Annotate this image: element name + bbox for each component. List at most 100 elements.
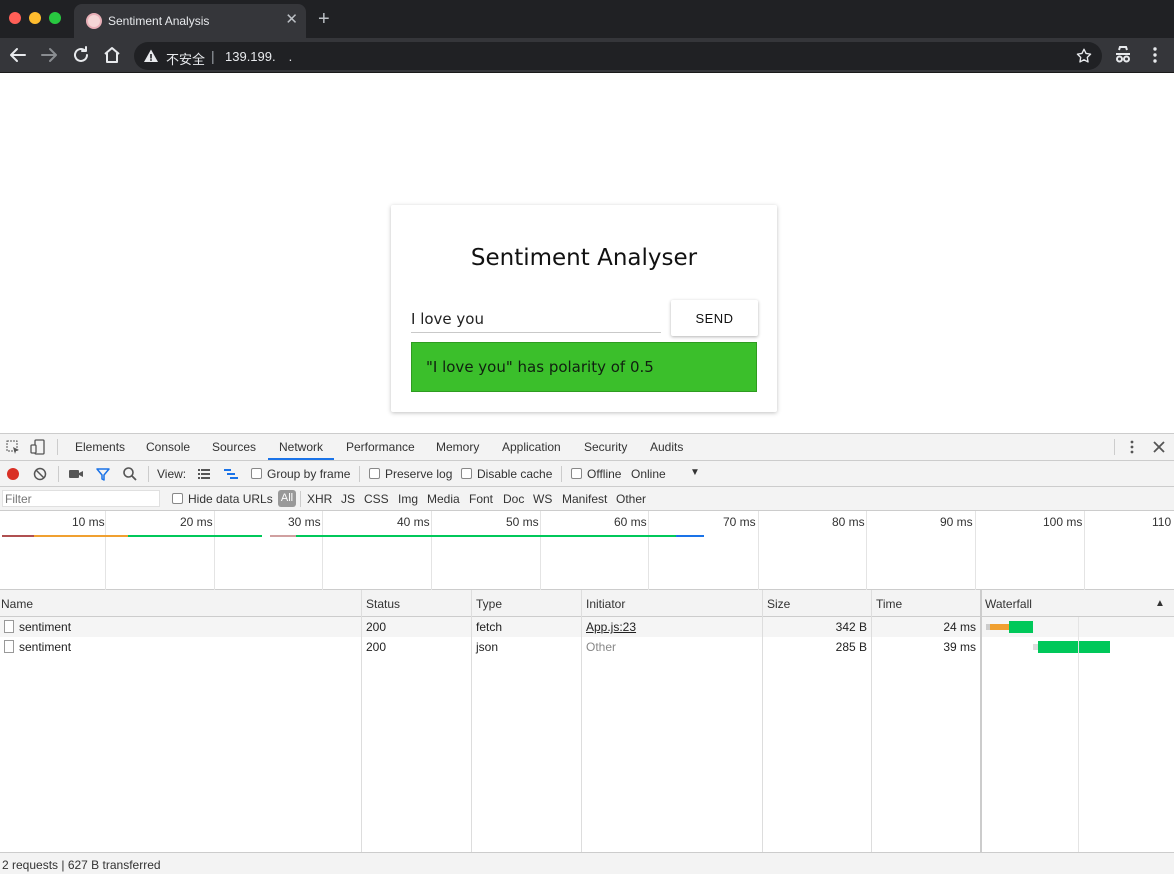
inspect-element-icon[interactable] — [5, 439, 21, 455]
column-divider — [361, 590, 362, 852]
filter-font[interactable]: Font — [469, 492, 493, 506]
column-header-initiator[interactable]: Initiator — [586, 597, 625, 611]
browser-menu-icon[interactable] — [1143, 43, 1167, 67]
timeline-label: 70 ms — [723, 515, 756, 529]
address-bar[interactable]: 不安全 | 139.199. . — [134, 42, 1102, 70]
view-label: View: — [157, 467, 187, 481]
incognito-icon[interactable] — [1111, 43, 1135, 67]
throttling-select[interactable]: Online — [631, 467, 666, 481]
devtools-tab-bar: Elements Console Sources Network Perform… — [0, 434, 1174, 461]
timeline-gridline — [866, 511, 867, 590]
timeline-gridline — [540, 511, 541, 590]
request-status: 200 — [366, 640, 387, 654]
page-title: Sentiment Analyser — [470, 245, 698, 271]
filter-media[interactable]: Media — [427, 492, 460, 506]
toolbar-divider — [561, 466, 562, 482]
filter-ws[interactable]: WS — [533, 492, 552, 506]
chevron-down-icon[interactable]: ▼ — [690, 467, 700, 478]
tab-elements[interactable]: Elements — [75, 440, 125, 454]
group-by-frame-checkbox[interactable] — [251, 468, 262, 479]
column-header-type[interactable]: Type — [476, 597, 502, 611]
timeline-gridline — [648, 511, 649, 590]
tab-memory[interactable]: Memory — [436, 440, 479, 454]
search-icon[interactable] — [122, 466, 138, 482]
disable-cache-checkbox[interactable] — [461, 468, 472, 479]
request-name[interactable]: sentiment — [19, 640, 71, 654]
column-header-time[interactable]: Time — [876, 597, 902, 611]
overview-request-bar — [128, 535, 262, 537]
filter-all-button[interactable]: All — [278, 490, 296, 507]
column-header-size[interactable]: Size — [767, 597, 790, 611]
tab-close-icon[interactable]: ✕ — [285, 12, 298, 28]
close-window-button[interactable] — [9, 12, 21, 24]
clear-icon[interactable] — [32, 466, 48, 482]
tab-console[interactable]: Console — [146, 440, 190, 454]
disable-cache-label: Disable cache — [477, 467, 553, 481]
maximize-window-button[interactable] — [49, 12, 61, 24]
warning-icon[interactable] — [143, 48, 159, 64]
hide-data-urls-checkbox[interactable] — [172, 493, 183, 504]
overview-request-bar — [676, 535, 704, 537]
filter-icon[interactable] — [95, 466, 111, 482]
timeline-label: 50 ms — [506, 515, 539, 529]
column-header-waterfall[interactable]: Waterfall — [985, 597, 1032, 611]
minimize-window-button[interactable] — [29, 12, 41, 24]
device-toolbar-icon[interactable] — [30, 439, 46, 455]
url-text[interactable]: 139.199. . — [225, 49, 309, 64]
table-row[interactable]: sentiment 200 fetch App.js:23 342 B 24 m… — [0, 617, 1174, 637]
timeline-overview[interactable]: 10 ms 20 ms 30 ms 40 ms 50 ms 60 ms 70 m… — [0, 511, 1174, 590]
request-initiator-link[interactable]: App.js:23 — [586, 620, 636, 634]
capture-screenshots-icon[interactable] — [68, 466, 84, 482]
timeline-label: 20 ms — [180, 515, 213, 529]
timeline-gridline — [214, 511, 215, 590]
bookmark-star-icon[interactable] — [1075, 47, 1093, 65]
browser-tab[interactable]: Sentiment Analysis ✕ — [74, 4, 306, 38]
overview-waterfall-icon[interactable] — [223, 466, 239, 482]
filter-img[interactable]: Img — [398, 492, 418, 506]
new-tab-button[interactable]: + — [318, 7, 330, 31]
result-box: "I love you" has polarity of 0.5 — [411, 342, 757, 392]
preserve-log-checkbox[interactable] — [369, 468, 380, 479]
forward-arrow-icon[interactable] — [37, 43, 61, 67]
table-row[interactable]: sentiment 200 json Other 285 B 39 ms — [0, 637, 1174, 657]
tab-performance[interactable]: Performance — [346, 440, 415, 454]
filter-doc[interactable]: Doc — [503, 492, 524, 506]
filter-input[interactable] — [2, 490, 160, 507]
toolbar-divider — [1114, 439, 1115, 455]
devtools-panel: Elements Console Sources Network Perform… — [0, 433, 1174, 874]
filter-xhr[interactable]: XHR — [307, 492, 332, 506]
timeline-gridline — [105, 511, 106, 590]
filter-css[interactable]: CSS — [364, 492, 389, 506]
toolbar-divider — [148, 466, 149, 482]
tab-application[interactable]: Application — [502, 440, 561, 454]
tab-sources[interactable]: Sources — [212, 440, 256, 454]
hide-data-urls-label: Hide data URLs — [188, 492, 273, 506]
column-header-status[interactable]: Status — [366, 597, 400, 611]
record-icon[interactable] — [5, 466, 21, 482]
tab-security[interactable]: Security — [584, 440, 627, 454]
send-button[interactable]: SEND — [671, 300, 758, 336]
reload-icon[interactable] — [69, 43, 93, 67]
request-name[interactable]: sentiment — [19, 620, 71, 634]
back-arrow-icon[interactable] — [6, 43, 30, 67]
timeline-label: 10 ms — [72, 515, 105, 529]
home-icon[interactable] — [100, 43, 124, 67]
sentence-input[interactable] — [411, 305, 661, 333]
large-rows-icon[interactable] — [196, 466, 212, 482]
timeline-label: 30 ms — [288, 515, 321, 529]
sort-arrow-icon[interactable]: ▲ — [1155, 598, 1165, 609]
waterfall-download-bar — [1038, 641, 1110, 653]
column-divider — [871, 590, 872, 852]
filter-other[interactable]: Other — [616, 492, 646, 506]
filter-js[interactable]: JS — [341, 492, 355, 506]
filter-manifest[interactable]: Manifest — [562, 492, 607, 506]
timeline-gridline — [975, 511, 976, 590]
overview-request-bar — [270, 535, 296, 537]
close-devtools-icon[interactable] — [1151, 439, 1167, 455]
tab-audits[interactable]: Audits — [650, 440, 683, 454]
column-header-name[interactable]: Name — [1, 597, 33, 611]
waterfall-gridline — [1078, 617, 1079, 852]
offline-checkbox[interactable] — [571, 468, 582, 479]
devtools-menu-icon[interactable] — [1124, 439, 1140, 455]
tab-network[interactable]: Network — [279, 440, 323, 454]
